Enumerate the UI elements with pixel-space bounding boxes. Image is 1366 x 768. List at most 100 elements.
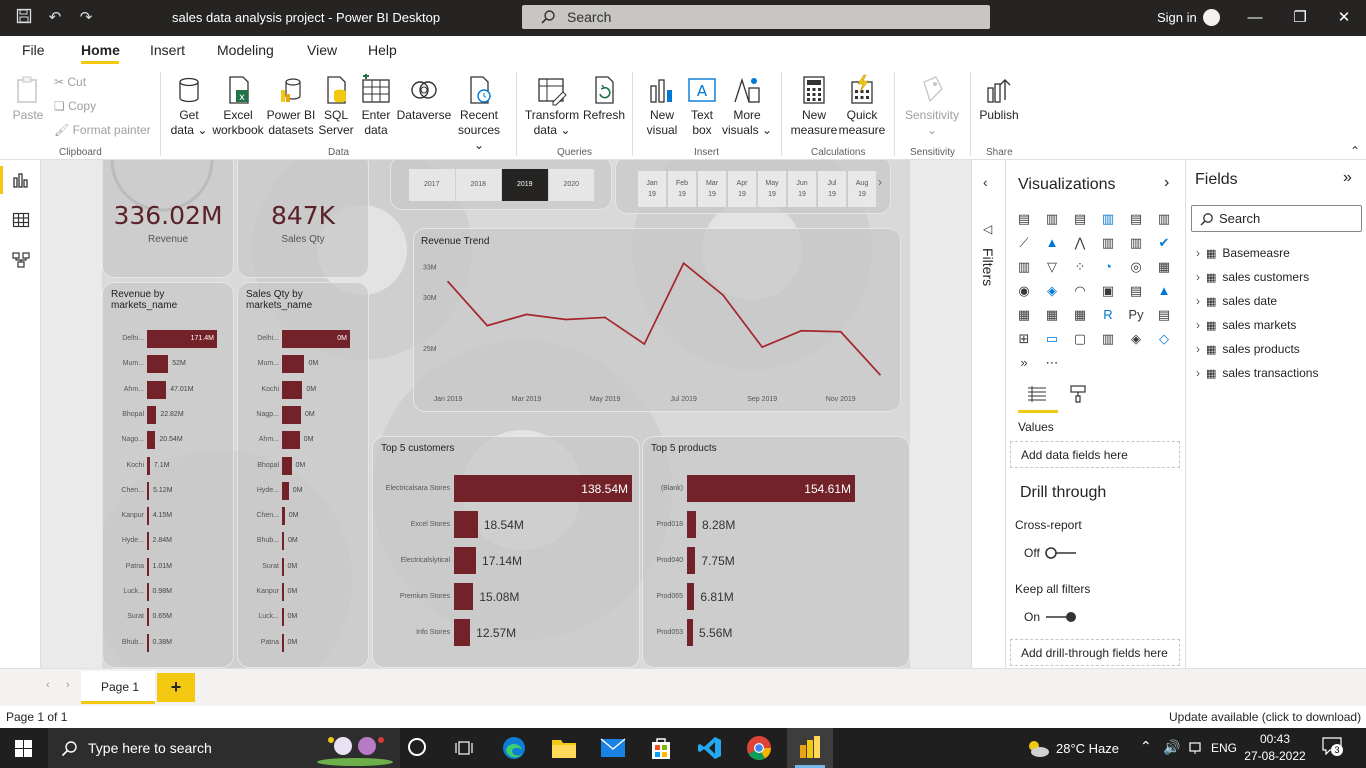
year-option-2019[interactable]: 2019 <box>502 169 549 201</box>
revenue-market-bar[interactable] <box>147 380 167 399</box>
qty-market-bar[interactable] <box>282 481 289 500</box>
stacked-bar-icon[interactable]: ▤ <box>1015 210 1033 228</box>
top-customer-bar[interactable] <box>454 583 474 610</box>
text-box-button[interactable]: A Text box <box>684 74 720 138</box>
revenue-market-bar[interactable] <box>147 583 149 601</box>
save-icon[interactable] <box>14 8 34 28</box>
taskbar-search-box[interactable]: Type here to search <box>48 728 400 768</box>
taskbar-powerbi-active[interactable] <box>787 728 833 768</box>
year-option-2017[interactable]: 2017 <box>409 169 456 201</box>
year-option-2018[interactable]: 2018 <box>455 169 502 201</box>
qty-market-bar[interactable] <box>282 583 284 601</box>
waterfall-icon[interactable]: ▥ <box>1015 258 1033 276</box>
format-tab[interactable] <box>1068 384 1088 409</box>
update-available-link[interactable]: Update available (click to download) <box>1169 710 1361 724</box>
ribbon-icon[interactable]: ✔ <box>1155 234 1173 252</box>
scatter-icon[interactable]: ⁘ <box>1071 258 1089 276</box>
sql-server-button[interactable]: SQL Server <box>316 74 356 138</box>
revenue-market-bar[interactable] <box>147 431 156 450</box>
windows-start-icon[interactable] <box>15 740 32 757</box>
month-option-aug[interactable]: Aug 19 <box>848 171 877 207</box>
kpi-card-revenue[interactable]: 336.02M Revenue <box>102 160 234 278</box>
publish-button[interactable]: Publish <box>977 74 1021 123</box>
filled-map-icon[interactable]: ◈ <box>1043 282 1061 300</box>
funnel-icon[interactable]: ▽ <box>1043 258 1061 276</box>
top-product-bar[interactable] <box>687 511 696 538</box>
refresh-button[interactable]: Refresh <box>582 74 626 123</box>
fields-well-tab[interactable] <box>1026 384 1048 409</box>
ellipsis-icon[interactable]: ⋯ <box>1043 354 1061 372</box>
chevron-right-icon[interactable]: › <box>878 175 882 189</box>
decomposition-tree-icon[interactable]: ⊞ <box>1015 330 1033 348</box>
recent-sources-button[interactable]: Recent sources ⌄ <box>452 74 506 153</box>
donut-icon[interactable]: ◎ <box>1127 258 1145 276</box>
values-well[interactable]: Add data fields here <box>1010 441 1180 468</box>
menu-file[interactable]: File <box>22 42 45 58</box>
dataverse-button[interactable]: Dataverse <box>396 74 452 123</box>
data-view-icon[interactable] <box>12 212 30 228</box>
file-explorer-icon[interactable] <box>551 736 577 760</box>
new-measure-button[interactable]: New measure <box>790 74 838 138</box>
chevron-up-icon[interactable]: ⌃ <box>1140 738 1152 755</box>
drill-through-well[interactable]: Add drill-through fields here <box>1010 639 1180 666</box>
field-table-sales-transactions[interactable]: › ▦ sales transactions <box>1196 366 1318 380</box>
excel-workbook-button[interactable]: x Excel workbook <box>210 74 266 138</box>
qty-market-bar[interactable] <box>282 355 305 374</box>
top-customer-bar[interactable] <box>454 619 471 646</box>
month-option-jul[interactable]: Jul 19 <box>818 171 847 207</box>
collapse-ribbon-icon[interactable]: ⌃ <box>1350 144 1360 158</box>
month-option-apr[interactable]: Apr 19 <box>728 171 757 207</box>
field-table-sales-customers[interactable]: › ▦ sales customers <box>1196 270 1309 284</box>
power-automate-icon[interactable]: ◇ <box>1155 330 1173 348</box>
power-apps-icon[interactable]: ◈ <box>1127 330 1145 348</box>
more-visuals-icon[interactable]: » <box>1015 354 1033 372</box>
r-visual-icon[interactable]: R <box>1099 306 1117 324</box>
notification-center-button[interactable]: 3 <box>1322 737 1344 757</box>
network-icon[interactable] <box>1188 741 1202 755</box>
card-icon[interactable]: ▣ <box>1099 282 1117 300</box>
revenue-market-bar[interactable] <box>147 481 150 500</box>
menu-view[interactable]: View <box>307 42 337 58</box>
qty-market-bar[interactable] <box>282 431 300 450</box>
line-icon[interactable]: ⟋ <box>1015 234 1033 252</box>
cross-report-toggle[interactable] <box>1044 546 1078 565</box>
prev-page-icon[interactable]: ‹ <box>46 679 50 691</box>
stacked-area-icon[interactable]: ⋀ <box>1071 234 1089 252</box>
revenue-trend-card[interactable]: Revenue Trend 33M 30M 25M Jan 2019 Mar 2019 M… <box>413 228 901 412</box>
kpi-card-sales-qty[interactable]: 847K Sales Qty <box>237 160 369 278</box>
revenue-market-bar[interactable] <box>147 507 149 526</box>
revenue-market-bar[interactable] <box>147 532 149 551</box>
month-option-jan[interactable]: Jan 19 <box>638 171 667 207</box>
weather-text[interactable]: 28°C Haze <box>1056 741 1119 756</box>
vscode-icon[interactable] <box>697 735 723 761</box>
paginated-report-icon[interactable]: ▥ <box>1099 330 1117 348</box>
keep-filters-toggle[interactable] <box>1044 610 1078 629</box>
key-influencers-icon[interactable]: ▤ <box>1155 306 1173 324</box>
line-column-icon[interactable]: ▥ <box>1099 234 1117 252</box>
kpi-icon[interactable]: ▲ <box>1155 282 1173 300</box>
qty-market-bar[interactable] <box>282 405 302 424</box>
cut-button[interactable]: ✂ Cut <box>54 75 86 89</box>
100-column-icon[interactable]: ▥ <box>1155 210 1173 228</box>
menu-home[interactable]: Home <box>81 42 120 58</box>
smart-narrative-icon[interactable]: ▢ <box>1071 330 1089 348</box>
top-product-bar[interactable] <box>687 619 694 646</box>
clock-date[interactable]: 27-08-2022 <box>1242 749 1308 763</box>
format-painter-button[interactable]: 🖌 Format painter <box>54 123 151 137</box>
menu-help[interactable]: Help <box>368 42 397 58</box>
powerbi-datasets-button[interactable]: Power BI datasets <box>265 74 317 138</box>
top-product-bar[interactable] <box>687 583 695 610</box>
line-clustered-icon[interactable]: ▥ <box>1127 234 1145 252</box>
new-visual-button[interactable]: New visual <box>640 74 684 138</box>
enter-data-button[interactable]: Enter data <box>357 74 395 138</box>
month-option-feb[interactable]: Feb 19 <box>668 171 697 207</box>
revenue-market-bar[interactable] <box>147 456 150 475</box>
store-icon[interactable] <box>649 735 673 761</box>
field-table-Basemeasre[interactable]: › ▦ Basemeasre <box>1196 246 1290 260</box>
top-product-bar[interactable] <box>687 547 696 574</box>
month-option-may[interactable]: May 19 <box>758 171 787 207</box>
qty-market-bar[interactable] <box>282 608 284 627</box>
qty-market-bar[interactable] <box>282 456 292 475</box>
revenue-market-bar[interactable] <box>147 405 157 424</box>
qty-market-bar[interactable] <box>282 633 284 652</box>
